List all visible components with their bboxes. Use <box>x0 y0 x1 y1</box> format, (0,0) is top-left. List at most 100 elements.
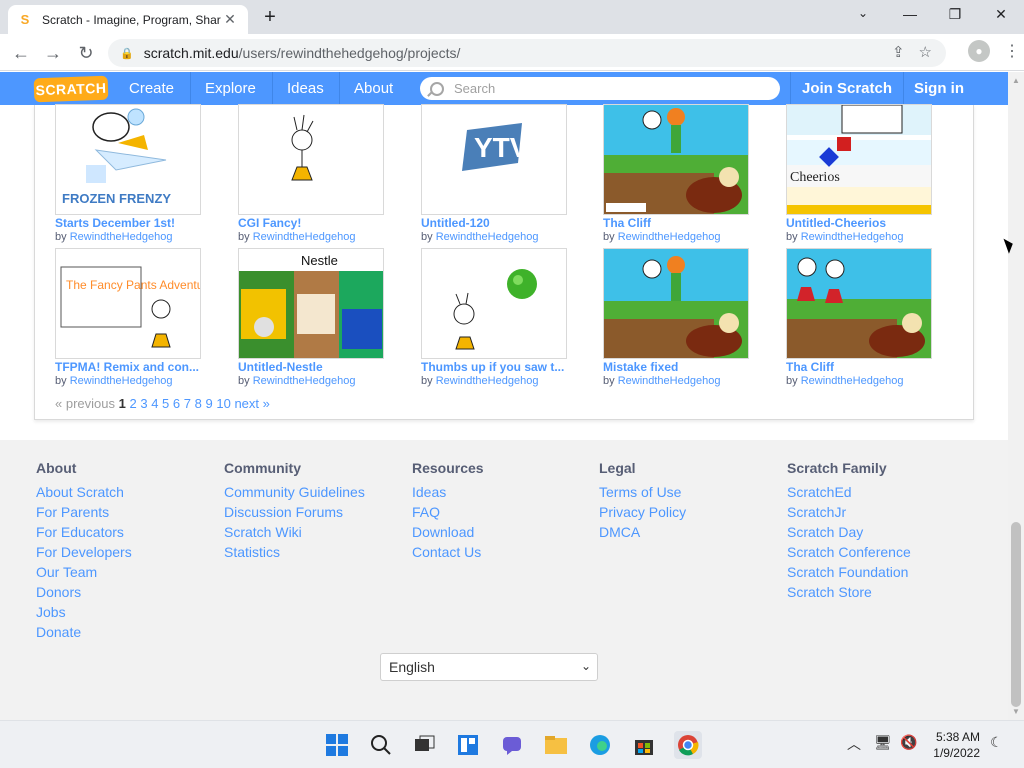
footer-link[interactable]: Scratch Day <box>787 522 911 542</box>
page-link-10[interactable]: 10 <box>216 396 230 411</box>
language-select[interactable]: English ⌄ <box>380 653 598 681</box>
page-link-4[interactable]: 4 <box>151 396 158 411</box>
footer-link[interactable]: ScratchJr <box>787 502 911 522</box>
join-scratch-button[interactable]: Join Scratch <box>802 72 892 105</box>
new-tab-button[interactable]: + <box>260 6 280 28</box>
footer-link[interactable]: Scratch Foundation <box>787 562 911 582</box>
project-thumbnail[interactable] <box>238 104 384 215</box>
footer-link[interactable]: For Developers <box>36 542 132 562</box>
network-icon[interactable]: 🖥 <box>874 734 892 751</box>
footer-link[interactable]: Donors <box>36 582 132 602</box>
footer-link[interactable]: Scratch Conference <box>787 542 911 562</box>
profile-avatar-icon[interactable]: ● <box>968 40 990 62</box>
search-icon[interactable] <box>367 731 395 759</box>
project-card[interactable]: The Fancy Pants Adventures TFPMA! Remix … <box>55 248 201 387</box>
project-card[interactable]: CGI Fancy! by RewindtheHedgehog <box>238 104 384 243</box>
page-link-5[interactable]: 5 <box>162 396 169 411</box>
author-link[interactable]: RewindtheHedgehog <box>618 375 721 387</box>
scratch-logo[interactable]: SCRATCH <box>33 75 109 103</box>
project-thumbnail[interactable] <box>786 248 932 359</box>
footer-link[interactable]: DMCA <box>599 522 686 542</box>
nav-create[interactable]: Create <box>129 72 174 105</box>
footer-link[interactable]: Donate <box>36 622 132 642</box>
footer-link[interactable]: ScratchEd <box>787 482 911 502</box>
scrollbar-thumb[interactable] <box>1011 522 1021 707</box>
project-thumbnail[interactable] <box>603 104 749 215</box>
footer-link[interactable]: For Educators <box>36 522 132 542</box>
project-title[interactable]: Untitled-120 <box>421 216 567 230</box>
address-bar[interactable]: 🔒 scratch.mit.edu/users/rewindthehedgeho… <box>108 39 946 67</box>
project-title[interactable]: CGI Fancy! <box>238 216 384 230</box>
page-link-2[interactable]: 2 <box>129 396 136 411</box>
reload-icon[interactable]: ↻ <box>75 42 97 64</box>
project-card[interactable]: Thumbs up if you saw t... by RewindtheHe… <box>421 248 567 387</box>
footer-link[interactable]: Terms of Use <box>599 482 686 502</box>
volume-muted-icon[interactable]: 🔇 <box>900 734 917 751</box>
project-card[interactable]: Mistake fixed by RewindtheHedgehog <box>603 248 749 387</box>
chrome-browser-icon[interactable] <box>674 731 702 759</box>
footer-link[interactable]: Scratch Wiki <box>224 522 365 542</box>
tab-close-icon[interactable]: ✕ <box>222 11 238 28</box>
page-scrollbar[interactable]: ▲ ▼ <box>1008 72 1024 720</box>
author-link[interactable]: RewindtheHedgehog <box>618 231 721 243</box>
author-link[interactable]: RewindtheHedgehog <box>70 231 173 243</box>
project-title[interactable]: Untitled-Cheerios <box>786 216 932 230</box>
footer-link[interactable]: Download <box>412 522 484 542</box>
menu-kebab-icon[interactable]: ⋮ <box>1004 41 1020 61</box>
author-link[interactable]: RewindtheHedgehog <box>436 231 539 243</box>
taskbar-clock[interactable]: 5:38 AM 1/9/2022 <box>933 729 980 761</box>
footer-link[interactable]: About Scratch <box>36 482 132 502</box>
footer-link[interactable]: Privacy Policy <box>599 502 686 522</box>
page-link-7[interactable]: 7 <box>184 396 191 411</box>
footer-link[interactable]: For Parents <box>36 502 132 522</box>
author-link[interactable]: RewindtheHedgehog <box>801 375 904 387</box>
footer-link[interactable]: Ideas <box>412 482 484 502</box>
sign-in-button[interactable]: Sign in <box>914 72 964 105</box>
footer-link[interactable]: Our Team <box>36 562 132 582</box>
project-card[interactable]: YTV Untitled-120 by RewindtheHedgehog <box>421 104 567 243</box>
widgets-icon[interactable] <box>454 731 482 759</box>
scroll-down-arrow-icon[interactable]: ▼ <box>1012 707 1020 716</box>
project-title[interactable]: Thumbs up if you saw t... <box>421 360 567 374</box>
search-input[interactable]: Search <box>420 77 780 100</box>
close-window-button[interactable]: ✕ <box>987 6 1015 24</box>
windows-start-icon[interactable] <box>323 731 351 759</box>
page-link-8[interactable]: 8 <box>195 396 202 411</box>
restore-button[interactable]: ❐ <box>941 6 969 24</box>
page-link-9[interactable]: 9 <box>205 396 212 411</box>
project-card[interactable]: Tha Cliff by RewindtheHedgehog <box>603 104 749 243</box>
author-link[interactable]: RewindtheHedgehog <box>253 231 356 243</box>
share-icon[interactable]: ⇪ <box>892 43 905 61</box>
footer-link[interactable]: Community Guidelines <box>224 482 365 502</box>
file-explorer-icon[interactable] <box>542 731 570 759</box>
project-card[interactable]: FROZEN FRENZY Starts December 1st! by Re… <box>55 104 201 243</box>
project-thumbnail[interactable] <box>603 248 749 359</box>
author-link[interactable]: RewindtheHedgehog <box>253 375 356 387</box>
forward-arrow-icon[interactable]: → <box>42 42 64 64</box>
project-thumbnail[interactable]: YTV <box>421 104 567 215</box>
back-arrow-icon[interactable]: ← <box>10 42 32 64</box>
notifications-moon-icon[interactable]: ☾ <box>990 734 1003 751</box>
footer-link[interactable]: Scratch Store <box>787 582 911 602</box>
bookmark-star-icon[interactable]: ☆ <box>919 43 932 61</box>
browser-tab[interactable]: S Scratch - Imagine, Program, Shar ✕ <box>8 5 248 34</box>
project-title[interactable]: Tha Cliff <box>786 360 932 374</box>
author-link[interactable]: RewindtheHedgehog <box>70 375 173 387</box>
page-link-3[interactable]: 3 <box>140 396 147 411</box>
nav-explore[interactable]: Explore <box>205 72 256 105</box>
minimize-button[interactable]: — <box>896 6 924 24</box>
footer-link[interactable]: Contact Us <box>412 542 484 562</box>
nav-ideas[interactable]: Ideas <box>287 72 324 105</box>
microsoft-store-icon[interactable] <box>630 731 658 759</box>
project-thumbnail[interactable] <box>421 248 567 359</box>
project-title[interactable]: TFPMA! Remix and con... <box>55 360 201 374</box>
task-view-icon[interactable] <box>410 731 438 759</box>
project-thumbnail[interactable]: Cheerios <box>786 104 932 215</box>
nav-about[interactable]: About <box>354 72 393 105</box>
project-title[interactable]: Untitled-Nestle <box>238 360 384 374</box>
project-title[interactable]: Mistake fixed <box>603 360 749 374</box>
tray-overflow-chevron-icon[interactable]: ︿ <box>847 734 861 754</box>
project-card[interactable]: Tha Cliff by RewindtheHedgehog <box>786 248 932 387</box>
project-title[interactable]: Tha Cliff <box>603 216 749 230</box>
project-card[interactable]: Cheerios Untitled-Cheerios by RewindtheH… <box>786 104 932 243</box>
